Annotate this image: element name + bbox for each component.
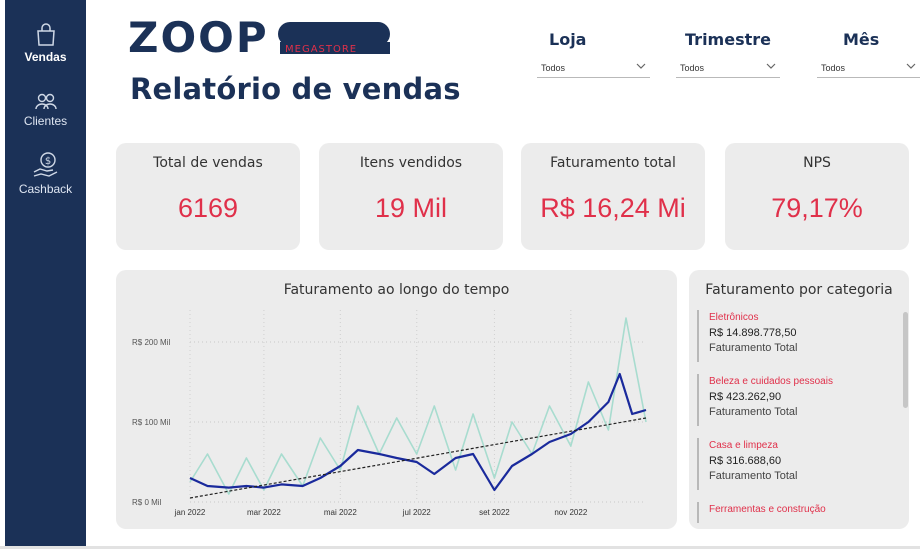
chevron-down-icon: [766, 63, 776, 69]
chevron-down-icon: [906, 63, 916, 69]
x-tick-label: jan 2022: [174, 508, 206, 517]
svg-text:$: $: [44, 156, 50, 167]
x-axis-ticks: jan 2022 mar 2022 mai 2022 jul 2022 set 2022…: [174, 508, 588, 517]
logo-subtext: MEGASTORE: [285, 44, 357, 55]
kpi-card-nps: NPS 79,17%: [725, 143, 909, 250]
category-name: Eletrônicos: [709, 312, 759, 323]
category-name: Casa e limpeza: [709, 440, 778, 451]
series-line-daily: [189, 317, 647, 495]
x-tick-label: mai 2022: [324, 508, 357, 517]
filter-mes-select[interactable]: Todos: [817, 59, 920, 78]
chart-series: [189, 317, 647, 499]
category-name: Beleza e cuidados pessoais: [709, 376, 833, 387]
line-chart-card: Faturamento ao longo do tempo R$ 200 Mil…: [116, 270, 677, 529]
kpi-value: 19 Mil: [374, 193, 448, 223]
category-value: R$ 316.688,60: [709, 455, 782, 467]
kpi-label: NPS: [803, 155, 831, 171]
sidebar-item-label: Vendas: [24, 50, 67, 64]
y-tick-label: R$ 100 Mil: [132, 418, 170, 427]
filter-trimestre-select[interactable]: Todos: [676, 59, 780, 78]
scrollbar[interactable]: [903, 312, 908, 408]
filter-value: Todos: [821, 63, 846, 73]
filter-label: Trimestre: [685, 30, 771, 49]
filter-value: Todos: [541, 63, 566, 73]
filter-label: Loja: [549, 30, 587, 49]
filter-loja: Loja Todos: [537, 30, 650, 78]
kpi-card-total-vendas: Total de vendas 6169: [116, 143, 300, 250]
x-tick-label: jul 2022: [402, 508, 432, 517]
y-axis-ticks: R$ 200 Mil R$ 100 Mil R$ 0 Mil: [132, 338, 170, 507]
logo-text: ZOOP: [128, 18, 269, 60]
page-title: Relatório de vendas: [130, 72, 461, 106]
sidebar-item-clientes[interactable]: Clientes: [5, 92, 86, 128]
shopping-bag-icon: [36, 23, 55, 46]
kpi-card-faturamento-total: Faturamento total R$ 16,24 Mi: [521, 143, 705, 250]
kpi-label: Faturamento total: [550, 155, 676, 171]
category-sub: Faturamento Total: [709, 406, 798, 418]
kpi-label: Total de vendas: [153, 155, 263, 171]
category-sub: Faturamento Total: [709, 470, 798, 482]
kpi-value: 79,17%: [771, 193, 863, 223]
logo: ZOOP MEGASTORE: [128, 13, 392, 65]
kpi-value: 6169: [177, 193, 239, 223]
category-item: Eletrônicos R$ 14.898.778,50 Faturamento…: [697, 310, 905, 362]
filter-mes: Mês Todos: [817, 30, 920, 78]
filter-loja-select[interactable]: Todos: [537, 59, 650, 78]
filter-value: Todos: [680, 63, 705, 73]
kpi-label: Itens vendidos: [359, 155, 463, 171]
x-tick-label: mar 2022: [247, 508, 281, 517]
filter-trimestre: Trimestre Todos: [676, 30, 780, 78]
sidebar-item-vendas[interactable]: Vendas: [5, 22, 86, 64]
x-tick-label: set 2022: [479, 508, 510, 517]
category-item: Beleza e cuidados pessoais R$ 423.262,90…: [697, 374, 905, 426]
chart-grid: [189, 310, 646, 503]
panel-title: Faturamento por categoria: [705, 282, 893, 298]
category-value: R$ 14.898.778,50: [709, 327, 797, 339]
users-icon: [34, 93, 57, 110]
category-value: R$ 423.262,90: [709, 391, 782, 403]
filter-label: Mês: [843, 30, 880, 49]
series-line-moving-average: [189, 372, 647, 492]
sidebar-item-label: Cashback: [18, 182, 73, 196]
category-name: Ferramentas e construção: [709, 504, 826, 515]
category-panel: Faturamento por categoria Eletrônicos R$…: [689, 270, 909, 529]
line-chart[interactable]: R$ 200 Mil R$ 100 Mil R$ 0 Mil jan 2022 mar…: [116, 270, 677, 529]
sidebar: Vendas Clientes $ Cashback: [5, 0, 86, 546]
kpi-value: R$ 16,24 Mi: [540, 193, 686, 223]
money-hand-icon: $: [33, 152, 57, 177]
chevron-down-icon: [636, 63, 646, 69]
category-item: Casa e limpeza R$ 316.688,60 Faturamento…: [697, 438, 905, 490]
y-tick-label: R$ 200 Mil: [132, 338, 170, 347]
sidebar-item-label: Clientes: [23, 114, 68, 128]
category-sub: Faturamento Total: [709, 342, 798, 354]
category-item: Ferramentas e construção: [697, 502, 905, 523]
sidebar-item-cashback[interactable]: $ Cashback: [5, 150, 86, 196]
category-list[interactable]: Eletrônicos R$ 14.898.778,50 Faturamento…: [697, 310, 905, 523]
y-tick-label: R$ 0 Mil: [132, 498, 162, 507]
kpi-card-itens-vendidos: Itens vendidos 19 Mil: [319, 143, 503, 250]
x-tick-label: nov 2022: [554, 508, 587, 517]
